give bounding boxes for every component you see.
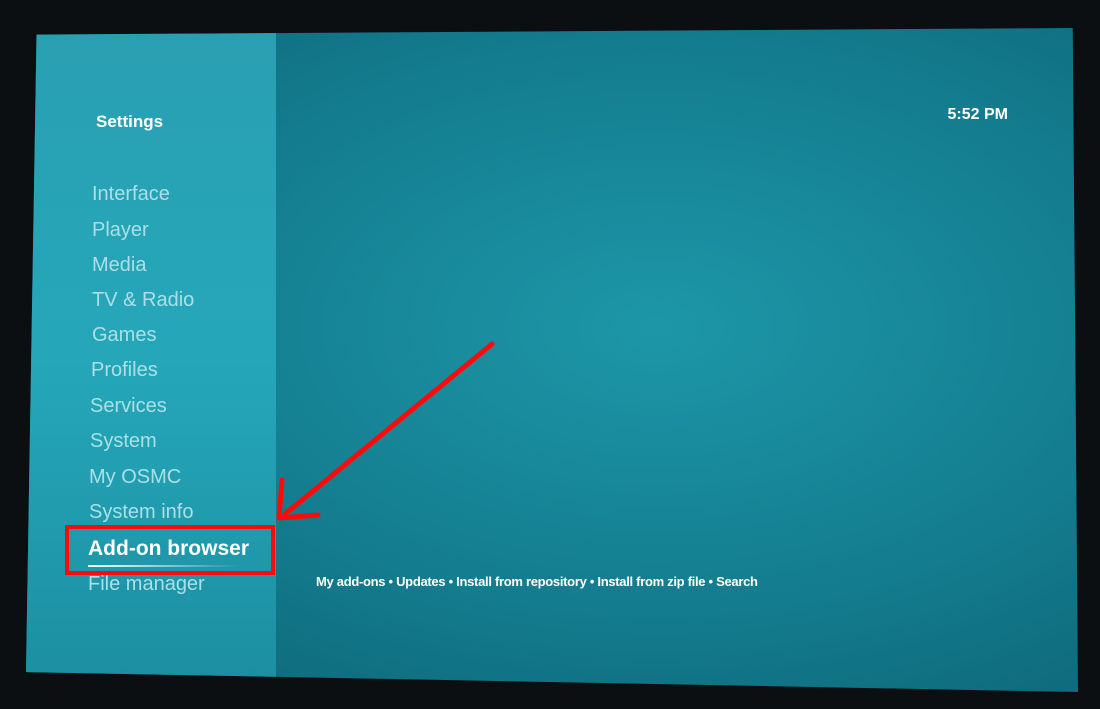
annotation-arrow-icon [276,341,495,521]
arrow-shaft [282,341,495,517]
